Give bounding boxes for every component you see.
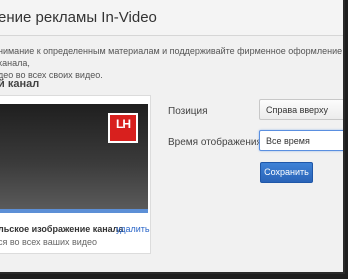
caption-subtitle: ся во всех ваших видео — [0, 237, 98, 247]
save-button[interactable]: Сохранить — [260, 162, 313, 183]
caption-title: льское изображение канала — [0, 224, 124, 234]
display-time-select[interactable]: Все время — [259, 130, 343, 151]
dialog-header: ение рекламы In-Video — [0, 0, 343, 36]
section-title: й канал — [0, 78, 40, 90]
dialog-description: нимание к определенным материалам и подд… — [0, 45, 343, 81]
description-line-2: део во всех своих видео. — [0, 70, 103, 80]
display-time-label: Время отображения — [168, 137, 262, 148]
position-select[interactable]: Справа вверху — [259, 99, 343, 120]
video-progress-bar — [0, 209, 148, 213]
channel-logo-icon: LH — [108, 113, 138, 143]
dialog-title: ение рекламы In-Video — [0, 9, 157, 26]
delete-link[interactable]: удалить — [116, 224, 150, 234]
channel-logo-text: LH — [116, 117, 131, 131]
dialog: ение рекламы In-Video нимание к определе… — [0, 0, 345, 274]
description-line-1: нимание к определенным материалам и подд… — [0, 46, 343, 68]
position-label: Позиция — [168, 106, 208, 117]
